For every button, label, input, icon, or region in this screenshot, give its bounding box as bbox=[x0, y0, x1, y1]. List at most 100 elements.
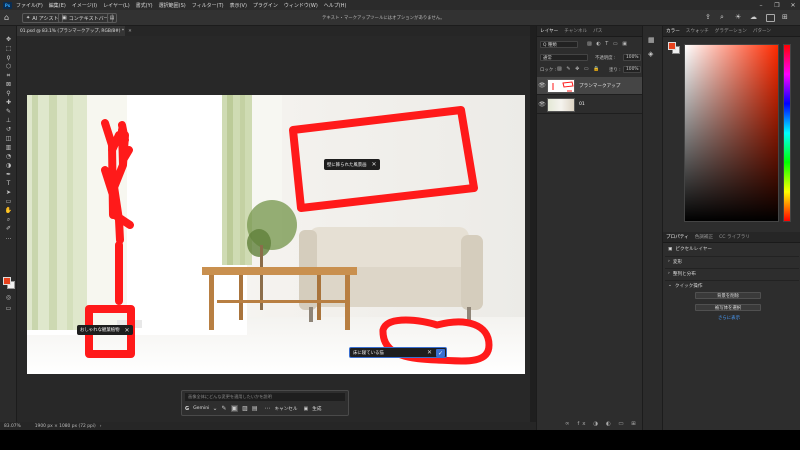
plant-label[interactable]: おしゃれな観葉植物 ✕ bbox=[77, 325, 133, 335]
opacity-input[interactable]: 100% bbox=[623, 54, 641, 61]
tab-swatches[interactable]: スウォッチ bbox=[686, 28, 709, 34]
generate-button[interactable]: 生成 bbox=[312, 406, 321, 412]
layer-filter-select[interactable]: Q 種類 bbox=[540, 41, 578, 48]
tab-layers[interactable]: レイヤー bbox=[540, 28, 558, 34]
remove-background-button[interactable]: 背景を削除 bbox=[695, 292, 761, 299]
eye-icon[interactable]: 👁 bbox=[537, 101, 547, 108]
menu-type[interactable]: 書式(Y) bbox=[136, 2, 153, 9]
eraser-tool-icon[interactable]: ◫ bbox=[4, 135, 13, 142]
tab-paths[interactable]: パス bbox=[593, 28, 602, 34]
tab-channels[interactable]: チャンネル bbox=[564, 28, 587, 34]
markup-tool-icon[interactable]: ✐ bbox=[4, 225, 13, 232]
clone-stamp-tool-icon[interactable]: ⊥ bbox=[4, 117, 13, 124]
model-select[interactable]: Gemini bbox=[193, 406, 209, 411]
layer-actions[interactable]: ∞ fx ◑ ◐ ▭ ⊞ 🗑 bbox=[565, 421, 654, 427]
shape-tool-icon[interactable]: ▭ bbox=[4, 198, 13, 205]
blend-mode-select[interactable]: 通常 bbox=[540, 54, 588, 61]
layer-row[interactable]: 👁 01 bbox=[537, 96, 643, 114]
menu-help[interactable]: ヘルプ(H) bbox=[324, 2, 347, 9]
layer-filter-icons[interactable]: ▨ ◐ T ▭ ▣ bbox=[587, 41, 628, 47]
menu-edit[interactable]: 編集(E) bbox=[49, 2, 66, 9]
section-quick-actions[interactable]: ⌄ クイック操作 bbox=[665, 280, 799, 290]
frame-tool-icon[interactable]: ⊠ bbox=[4, 81, 13, 88]
floor-label-confirm-icon[interactable]: ✓ bbox=[436, 349, 445, 357]
home-icon[interactable]: ⌂ bbox=[4, 13, 14, 23]
cancel-button[interactable]: キャンセル bbox=[275, 406, 298, 412]
markup-text-icon[interactable]: ▣ bbox=[230, 405, 239, 412]
close-tab-icon[interactable]: ✕ bbox=[128, 29, 132, 34]
tab-patterns[interactable]: パターン bbox=[753, 28, 771, 34]
gradient-tool-icon[interactable]: ▥ bbox=[4, 144, 13, 151]
lasso-tool-icon[interactable]: ϙ bbox=[4, 54, 13, 61]
plant-label-close-icon[interactable]: ✕ bbox=[125, 327, 130, 334]
dodge-tool-icon[interactable]: ◑ bbox=[4, 162, 13, 169]
more-options-icon[interactable]: ⋯ bbox=[265, 405, 271, 412]
maximize-icon[interactable]: ❐ bbox=[770, 0, 784, 10]
document-tab[interactable]: 01.psd @ 83.1% (プランマークアップ, RGB/8#) * ✕ bbox=[17, 26, 132, 36]
crop-tool-icon[interactable]: ⌗ bbox=[4, 72, 13, 79]
menu-image[interactable]: イメージ(I) bbox=[72, 2, 97, 9]
layer-name[interactable]: 01 bbox=[579, 102, 585, 107]
contextual-bar-button[interactable]: ▣ コンテキストバー bbox=[58, 13, 113, 23]
quick-mask-icon[interactable]: ◎ bbox=[4, 294, 13, 301]
wall-label[interactable]: 壁に飾られた風景画 ✕ bbox=[324, 159, 380, 170]
chevron-down-icon[interactable]: ⌄ bbox=[212, 405, 217, 412]
pen-tool-icon[interactable]: ✒ bbox=[4, 171, 13, 178]
marquee-tool-icon[interactable]: ⬚ bbox=[4, 45, 13, 52]
section-transform[interactable]: › 変形 bbox=[665, 256, 799, 266]
menu-file[interactable]: ファイル(F) bbox=[16, 2, 43, 9]
eyedropper-tool-icon[interactable]: ⚲ bbox=[4, 90, 13, 97]
color-fg-swatch[interactable] bbox=[668, 42, 676, 50]
menu-layer[interactable]: レイヤー(L) bbox=[103, 2, 130, 9]
color-field[interactable] bbox=[684, 44, 779, 222]
layer-name[interactable]: プランマークアップ bbox=[579, 83, 620, 89]
search-icon[interactable]: ⌕ bbox=[720, 13, 724, 22]
workspace-icon[interactable] bbox=[766, 14, 775, 22]
wall-label-close-icon[interactable]: ✕ bbox=[372, 161, 377, 168]
tab-gradients[interactable]: グラデーション bbox=[715, 28, 747, 34]
history-brush-tool-icon[interactable]: ↺ bbox=[4, 126, 13, 133]
section-align[interactable]: › 整列と分布 bbox=[665, 268, 799, 278]
hue-slider[interactable] bbox=[783, 44, 791, 222]
brush-tool-icon[interactable]: ✎ bbox=[4, 108, 13, 115]
adjust-icon[interactable]: ▦ bbox=[648, 36, 655, 44]
more-tools-icon[interactable]: … bbox=[4, 234, 13, 241]
move-tool-icon[interactable]: ✥ bbox=[4, 36, 13, 43]
lock-icons[interactable]: ▨ ✎ ✥ ▭ 🔒 bbox=[557, 66, 601, 72]
message-icon[interactable]: ▤ bbox=[107, 13, 117, 23]
gallery-icon[interactable]: ▤ bbox=[252, 405, 258, 412]
blur-tool-icon[interactable]: ◔ bbox=[4, 153, 13, 160]
hand-tool-icon[interactable]: ✋ bbox=[4, 207, 13, 214]
menu-window[interactable]: ウィンドウ(W) bbox=[284, 2, 318, 9]
zoom-level[interactable]: 83.07% bbox=[4, 424, 21, 429]
prompt-input[interactable]: 画像全体にどんな変更を適用したいかを説明 bbox=[185, 393, 345, 401]
floor-label-input[interactable]: 床に寝ている猫 ✕ ✓ bbox=[349, 347, 447, 358]
menu-view[interactable]: 表示(V) bbox=[230, 2, 247, 9]
share-icon[interactable]: ⇪ bbox=[705, 13, 711, 21]
layer-row[interactable]: 👁 プランマークアップ bbox=[537, 77, 643, 95]
fill-input[interactable]: 100% bbox=[623, 66, 641, 73]
floor-label-cancel-icon[interactable]: ✕ bbox=[427, 349, 432, 356]
close-icon[interactable]: ✕ bbox=[786, 0, 800, 10]
tab-properties[interactable]: プロパティ bbox=[666, 234, 689, 240]
status-arrow-icon[interactable]: › bbox=[100, 424, 102, 429]
foreground-color-swatch[interactable] bbox=[3, 277, 11, 285]
discover-icon[interactable]: ☀ bbox=[735, 13, 741, 21]
eye-icon[interactable]: 👁 bbox=[537, 82, 547, 89]
menu-select[interactable]: 選択範囲(S) bbox=[159, 2, 186, 9]
markup-pen-icon[interactable]: ✎ bbox=[221, 405, 226, 412]
ai-assist-button[interactable]: ✦ AI アシスト bbox=[22, 13, 63, 23]
history-icon[interactable]: ◈ bbox=[648, 50, 653, 58]
tab-cc-libraries[interactable]: CC ライブラリ bbox=[719, 234, 750, 240]
healing-brush-tool-icon[interactable]: ✚ bbox=[4, 99, 13, 106]
reference-image-icon[interactable]: ▨ bbox=[242, 405, 248, 412]
panel-options-icon[interactable]: ⊞ bbox=[782, 13, 788, 21]
object-select-tool-icon[interactable]: ⬡ bbox=[4, 63, 13, 70]
menu-filter[interactable]: フィルター(T) bbox=[192, 2, 224, 9]
cloud-icon[interactable]: ☁ bbox=[750, 13, 757, 21]
menu-plugins[interactable]: プラグイン bbox=[253, 2, 278, 9]
minimize-icon[interactable]: – bbox=[754, 0, 768, 10]
more-link[interactable]: さらに表示 bbox=[718, 315, 740, 321]
screen-mode-icon[interactable]: ▭ bbox=[4, 305, 13, 312]
select-subject-button[interactable]: 被写体を選択 bbox=[695, 304, 761, 311]
